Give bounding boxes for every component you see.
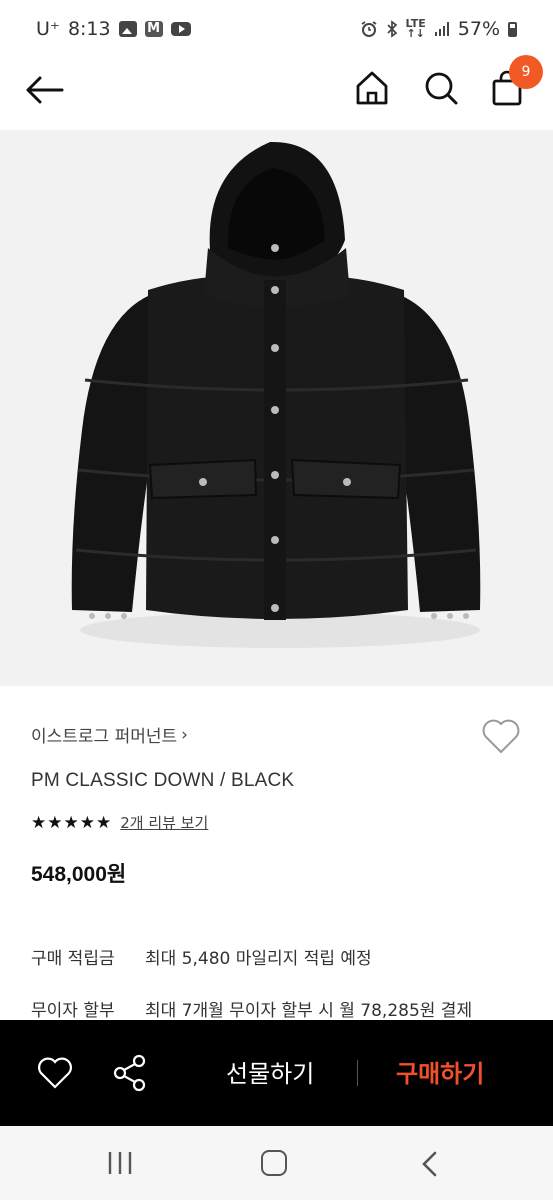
status-right: LTE ↑↓ 57% bbox=[360, 18, 517, 40]
detail-label: 구매 적립금 bbox=[31, 949, 115, 969]
jacket-image bbox=[71, 141, 481, 648]
system-navigation-bar bbox=[0, 1126, 553, 1200]
rating-row: ★★★★★ 2개 리뷰 보기 bbox=[31, 812, 208, 833]
gift-button[interactable]: 선물하기 bbox=[226, 1054, 314, 1089]
buy-button[interactable]: 구매하기 bbox=[396, 1054, 484, 1089]
detail-value: 최대 5,480 마일리지 적립 예정 bbox=[145, 949, 372, 969]
clock: 8:13 bbox=[67, 18, 111, 40]
cart-count-badge: 9 bbox=[509, 55, 543, 89]
recents-icon[interactable] bbox=[106, 1150, 134, 1176]
back-chevron-icon[interactable] bbox=[420, 1150, 440, 1178]
product-name: PM CLASSIC DOWN / BLACK bbox=[31, 770, 295, 791]
brand-name: 이스트로그 퍼머넌트 bbox=[31, 727, 178, 747]
status-bar: U⁺ 8:13 M LTE ↑↓ 57% bbox=[0, 0, 553, 58]
battery-percent: 57% bbox=[457, 18, 500, 40]
app-header bbox=[0, 58, 553, 130]
purchase-action-bar: 선물하기 구매하기 bbox=[0, 1020, 553, 1126]
back-arrow-icon[interactable] bbox=[22, 72, 66, 108]
brand-chevron: › bbox=[181, 724, 188, 745]
product-image[interactable] bbox=[0, 130, 553, 686]
youtube-icon bbox=[170, 22, 191, 36]
gallery-icon bbox=[118, 21, 137, 37]
battery-icon bbox=[508, 21, 517, 37]
divider bbox=[357, 1060, 358, 1086]
share-icon[interactable] bbox=[112, 1054, 148, 1092]
search-icon[interactable] bbox=[421, 68, 461, 108]
carrier-label: U⁺ bbox=[36, 18, 60, 40]
lte-icon: LTE ↑↓ bbox=[406, 18, 426, 40]
star-rating-icon: ★★★★★ bbox=[31, 812, 113, 833]
review-link[interactable]: 2개 리뷰 보기 bbox=[120, 812, 208, 833]
detail-row-points: 구매 적립금 최대 5,480 마일리지 적립 예정 bbox=[31, 944, 372, 969]
detail-value: 최대 7개월 무이자 할부 시 월 78,285원 결제 bbox=[145, 1001, 473, 1021]
brand-link[interactable]: 이스트로그 퍼머넌트 › bbox=[31, 722, 188, 748]
bluetooth-icon bbox=[386, 20, 397, 38]
signal-icon bbox=[434, 22, 449, 36]
alarm-icon bbox=[361, 21, 377, 37]
lte-bottom-label: ↑↓ bbox=[406, 27, 425, 40]
home-circle-icon[interactable] bbox=[261, 1150, 287, 1176]
product-price: 548,000원 bbox=[31, 863, 127, 886]
status-left: U⁺ 8:13 M bbox=[36, 18, 191, 40]
home-icon[interactable] bbox=[352, 68, 392, 108]
detail-label: 무이자 할부 bbox=[31, 1001, 115, 1021]
heart-icon[interactable] bbox=[36, 1056, 74, 1090]
gmail-icon: M bbox=[144, 21, 163, 37]
detail-row-installment: 무이자 할부 최대 7개월 무이자 할부 시 월 78,285원 결제 bbox=[31, 996, 472, 1021]
wishlist-heart-icon[interactable] bbox=[480, 716, 522, 756]
